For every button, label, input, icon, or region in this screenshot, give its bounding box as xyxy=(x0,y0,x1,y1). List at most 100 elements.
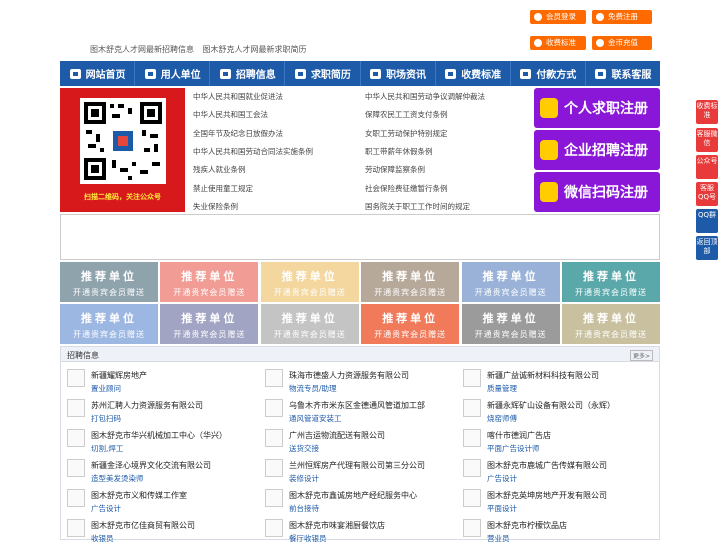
job-item[interactable]: 广州吉运物流配送有限公司 送货交接 xyxy=(259,427,454,457)
job-item[interactable]: 图木舒克市鑫诚房地产经纪服务中心 前台接待 xyxy=(259,487,454,517)
position-name[interactable]: 质量管理 xyxy=(487,383,517,394)
nav-item-7[interactable]: 联系客服 xyxy=(586,61,660,86)
recommended-unit-tile[interactable]: 推荐单位 开通贵宾会员赠送 xyxy=(461,262,560,302)
job-item[interactable]: 图木舒克市华兴机械加工中心（华兴） 切割,焊工 xyxy=(61,427,256,457)
coin-recharge-button[interactable]: 金币充值 xyxy=(592,36,652,50)
position-name[interactable]: 广告设计 xyxy=(487,473,517,484)
position-name[interactable]: 物流专员/助理 xyxy=(289,383,337,394)
position-name[interactable]: 打包扫码 xyxy=(91,413,121,424)
jobs-more-link[interactable]: 更多> xyxy=(629,350,653,361)
position-name[interactable]: 装修设计 xyxy=(289,473,319,484)
recommended-unit-tile[interactable]: 推荐单位 开通贵宾会员赠送 xyxy=(160,304,259,344)
company-name[interactable]: 图木舒克英坤房地产开发有限公司 xyxy=(487,490,607,501)
job-item[interactable]: 新疆金泽心境界文化交流有限公司 造型美发烫染师 xyxy=(61,457,256,487)
job-item[interactable]: 喀什市德润广告店 平面广告设计师 xyxy=(457,427,652,457)
position-name[interactable]: 烧窑师傅 xyxy=(487,413,517,424)
nav-item-6[interactable]: 付款方式 xyxy=(511,61,586,86)
side-button[interactable]: 客服QQ号 xyxy=(696,182,718,206)
company-name[interactable]: 图木舒克市亿佳商贸有限公司 xyxy=(91,520,195,531)
company-name[interactable]: 图木舒克市义和传媒工作室 xyxy=(91,490,187,501)
company-name[interactable]: 新疆广益诚新材料科技有限公司 xyxy=(487,370,599,381)
job-item[interactable]: 图木舒克英坤房地产开发有限公司 平面设计 xyxy=(457,487,652,517)
company-name[interactable]: 新疆金泽心境界文化交流有限公司 xyxy=(91,460,211,471)
nav-item-0[interactable]: 网站首页 xyxy=(60,61,136,86)
job-item[interactable]: 兰州恒辉房产代理有限公司第三分公司 装修设计 xyxy=(259,457,454,487)
recommended-unit-tile[interactable]: 推荐单位 开通贵宾会员赠送 xyxy=(461,304,560,344)
law-link[interactable]: 中华人民共和国就业促进法 xyxy=(193,88,283,106)
job-item[interactable]: 珠海市德盛人力资源服务有限公司 物流专员/助理 xyxy=(259,367,454,397)
job-item[interactable]: 图木舒克市鹿城广告传媒有限公司 广告设计 xyxy=(457,457,652,487)
law-link[interactable]: 女职工劳动保护特别规定 xyxy=(365,125,448,143)
job-item[interactable]: 新疆耀辉房地产 置业顾问 xyxy=(61,367,256,397)
position-name[interactable]: 平面设计 xyxy=(487,503,517,514)
side-button[interactable]: QQ群 xyxy=(696,209,718,233)
nav-item-3[interactable]: 求职简历 xyxy=(285,61,361,86)
law-link[interactable]: 中华人民共和国劳动争议调解仲裁法 xyxy=(365,88,485,106)
job-item[interactable]: 新疆永辉矿山设备有限公司（永辉） 烧窑师傅 xyxy=(457,397,652,427)
recommended-unit-tile[interactable]: 推荐单位 开通贵宾会员赠送 xyxy=(260,304,359,344)
job-item[interactable]: 乌鲁木齐市米东区金德通风管道加工部 通风管道安装工 xyxy=(259,397,454,427)
position-name[interactable]: 前台接待 xyxy=(289,503,319,514)
position-name[interactable]: 置业顾问 xyxy=(91,383,121,394)
company-name[interactable]: 乌鲁木齐市米东区金德通风管道加工部 xyxy=(289,400,425,411)
company-name[interactable]: 珠海市德盛人力资源服务有限公司 xyxy=(289,370,409,381)
law-link[interactable]: 全国年节及纪念日放假办法 xyxy=(193,125,283,143)
law-link[interactable]: 劳动保障监察条例 xyxy=(365,161,425,179)
position-name[interactable]: 收银员 xyxy=(91,533,114,544)
recommended-unit-tile[interactable]: 推荐单位 开通贵宾会员赠送 xyxy=(361,304,460,344)
latest-jobs-link[interactable]: 图木舒克人才网最新招聘信息 xyxy=(90,45,194,54)
company-name[interactable]: 图木舒克市华兴机械加工中心（华兴） xyxy=(91,430,227,441)
job-item[interactable]: 图木舒克市亿佳商贸有限公司 收银员 xyxy=(61,517,256,547)
recommended-unit-tile[interactable]: 推荐单位 开通贵宾会员赠送 xyxy=(160,262,259,302)
nav-item-4[interactable]: 职场资讯 xyxy=(361,61,436,86)
position-name[interactable]: 切割,焊工 xyxy=(91,443,123,454)
wechat-register-button[interactable]: 微信扫码注册 xyxy=(534,172,660,212)
latest-resumes-link[interactable]: 图木舒克人才网最新求职简历 xyxy=(203,45,307,54)
recommended-unit-tile[interactable]: 推荐单位 开通贵宾会员赠送 xyxy=(260,262,359,302)
law-link[interactable]: 禁止使用童工规定 xyxy=(193,180,253,198)
side-button[interactable]: 客服微信 xyxy=(696,128,718,152)
company-name[interactable]: 新疆永辉矿山设备有限公司（永辉） xyxy=(487,400,615,411)
enterprise-register-button[interactable]: 企业招聘注册 xyxy=(534,130,660,170)
law-link[interactable]: 社会保险费征缴暂行条例 xyxy=(365,180,448,198)
recommended-unit-tile[interactable]: 推荐单位 开通贵宾会员赠送 xyxy=(60,304,158,344)
company-name[interactable]: 新疆耀辉房地产 xyxy=(91,370,147,381)
company-name[interactable]: 苏州汇聘人力资源服务有限公司 xyxy=(91,400,203,411)
job-item[interactable]: 图木舒克市味宴湘厨餐饮店 餐厅收银员 xyxy=(259,517,454,547)
member-login-button[interactable]: 会员登录 xyxy=(530,10,586,24)
position-name[interactable]: 通风管道安装工 xyxy=(289,413,342,424)
recommended-unit-tile[interactable]: 推荐单位 开通贵宾会员赠送 xyxy=(60,262,158,302)
law-link[interactable]: 中华人民共和国劳动合同法实施条例 xyxy=(193,143,313,161)
banner-image[interactable] xyxy=(60,214,660,260)
recommended-unit-tile[interactable]: 推荐单位 开通贵宾会员赠送 xyxy=(562,262,660,302)
recommended-unit-tile[interactable]: 推荐单位 开通贵宾会员赠送 xyxy=(562,304,660,344)
nav-item-2[interactable]: 招聘信息 xyxy=(210,61,286,86)
job-item[interactable]: 新疆广益诚新材料科技有限公司 质量管理 xyxy=(457,367,652,397)
company-name[interactable]: 广州吉运物流配送有限公司 xyxy=(289,430,385,441)
company-name[interactable]: 喀什市德润广告店 xyxy=(487,430,551,441)
position-name[interactable]: 送货交接 xyxy=(289,443,319,454)
side-button[interactable]: 公众号 xyxy=(696,155,718,179)
personal-register-button[interactable]: 个人求职注册 xyxy=(534,88,660,128)
law-link[interactable]: 保障农民工工资支付条例 xyxy=(365,106,448,124)
company-name[interactable]: 图木舒克市鑫诚房地产经纪服务中心 xyxy=(289,490,417,501)
side-button[interactable]: 返回顶部 xyxy=(696,236,718,260)
law-link[interactable]: 残疾人就业条例 xyxy=(193,161,246,179)
side-button[interactable]: 收费标准 xyxy=(696,100,718,124)
position-name[interactable]: 广告设计 xyxy=(91,503,121,514)
job-item[interactable]: 图木舒克市义和传媒工作室 广告设计 xyxy=(61,487,256,517)
position-name[interactable]: 营业员 xyxy=(487,533,510,544)
job-item[interactable]: 图木舒克市柠檬饮品店 营业员 xyxy=(457,517,652,547)
nav-item-5[interactable]: 收费标准 xyxy=(436,61,511,86)
company-name[interactable]: 图木舒克市味宴湘厨餐饮店 xyxy=(289,520,385,531)
fee-standard-button[interactable]: 收费标准 xyxy=(530,36,586,50)
company-name[interactable]: 兰州恒辉房产代理有限公司第三分公司 xyxy=(289,460,425,471)
recommended-unit-tile[interactable]: 推荐单位 开通贵宾会员赠送 xyxy=(361,262,460,302)
position-name[interactable]: 造型美发烫染师 xyxy=(91,473,144,484)
position-name[interactable]: 餐厅收银员 xyxy=(289,533,327,544)
position-name[interactable]: 平面广告设计师 xyxy=(487,443,540,454)
job-item[interactable]: 苏州汇聘人力资源服务有限公司 打包扫码 xyxy=(61,397,256,427)
company-name[interactable]: 图木舒克市鹿城广告传媒有限公司 xyxy=(487,460,607,471)
company-name[interactable]: 图木舒克市柠檬饮品店 xyxy=(487,520,567,531)
law-link[interactable]: 中华人民共和国工会法 xyxy=(193,106,268,124)
